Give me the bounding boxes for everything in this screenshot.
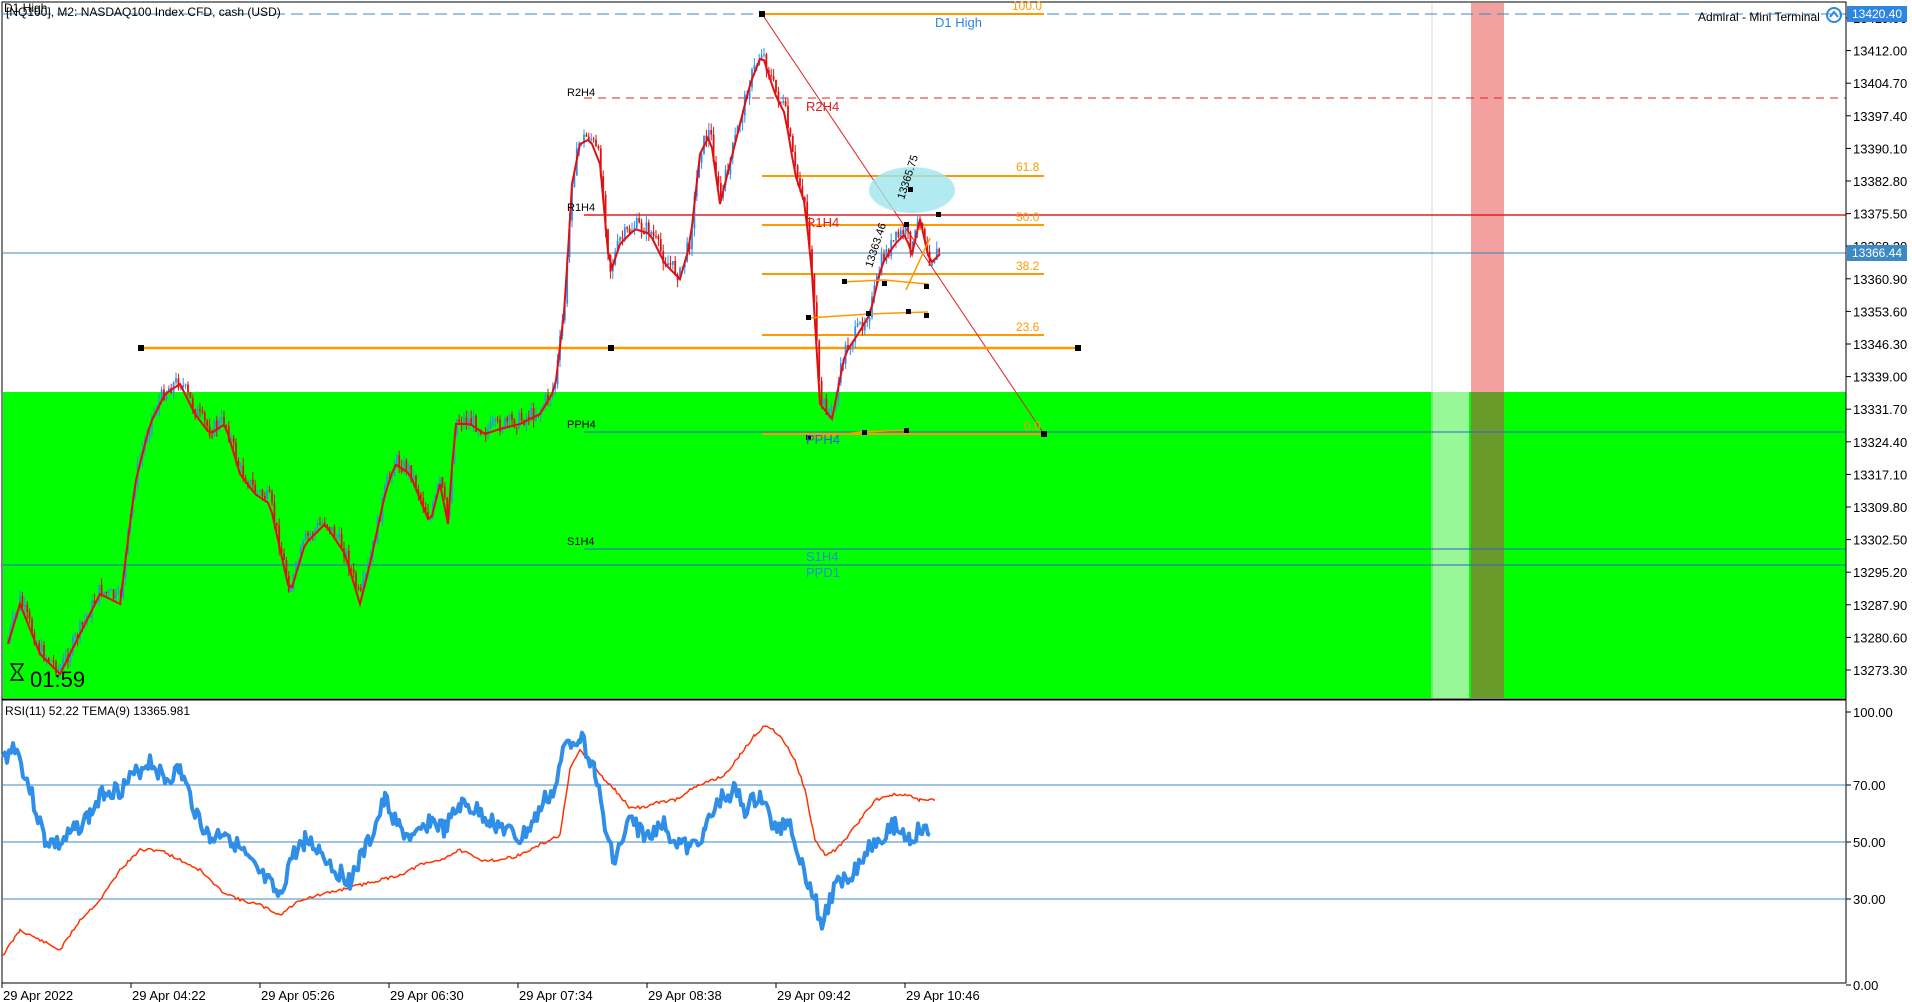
symbol-info: [NQ100], M2: NASDAQ100 Index CFD, cash (… bbox=[6, 5, 281, 19]
fib-label-0: 0.0 bbox=[1024, 419, 1041, 433]
time-tick-label: 29 Apr 06:30 bbox=[390, 988, 464, 1002]
price-tick-label: 13412.00 bbox=[1853, 44, 1907, 59]
pph4-left-label: PPH4 bbox=[567, 419, 596, 431]
top-price-tag-text: 13420.40 bbox=[1852, 7, 1902, 21]
price-tick-label: 13331.70 bbox=[1853, 402, 1907, 417]
s1h4-left-label: S1H4 bbox=[567, 536, 595, 548]
session-column-olive bbox=[1471, 392, 1504, 698]
time-tick-label: 29 Apr 09:42 bbox=[777, 988, 851, 1002]
bar-timer: 01:59 bbox=[30, 667, 85, 692]
r2h4-left-label: R2H4 bbox=[567, 87, 595, 99]
fib-label-100: 100.0 bbox=[1012, 0, 1042, 13]
r2h4-label: R2H4 bbox=[806, 99, 839, 114]
terminal-label[interactable]: Admiral - Mini Terminal bbox=[1698, 10, 1820, 24]
fib-label-50: 50.0 bbox=[1016, 210, 1040, 224]
price-tick-label: 13287.90 bbox=[1853, 598, 1907, 613]
r1h4-label: R1H4 bbox=[806, 215, 839, 230]
price-tick-label: 13375.50 bbox=[1853, 207, 1907, 222]
pph4-label: PPH4 bbox=[806, 432, 840, 447]
price-tick-label: 13309.80 bbox=[1853, 500, 1907, 515]
time-tick-label: 29 Apr 05:26 bbox=[261, 988, 335, 1002]
price-tick-label: 13382.80 bbox=[1853, 174, 1907, 189]
time-axis: 29 Apr 2022 29 Apr 04:22 29 Apr 05:26 29 Ap… bbox=[1, 983, 980, 1002]
rsi-indicator-label: RSI(11) 52.22 TEMA(9) 13365.981 bbox=[5, 704, 190, 718]
price-tick-label: 13302.50 bbox=[1853, 533, 1907, 548]
current-price-tag: 13366.44 bbox=[1847, 245, 1907, 261]
ppd1-label: PPD1 bbox=[806, 565, 840, 580]
price-tick-label: 13404.70 bbox=[1853, 76, 1907, 91]
price-tick-label: 13397.40 bbox=[1853, 109, 1907, 124]
price-tick-label: 13353.60 bbox=[1853, 304, 1907, 319]
trading-chart[interactable]: 13419.9013412.0013404.7013397.4013390.10… bbox=[0, 0, 1912, 1002]
time-tick-label: 29 Apr 04:22 bbox=[132, 988, 206, 1002]
session-column-red bbox=[1471, 3, 1504, 392]
price-tick-label: 13317.10 bbox=[1853, 467, 1907, 482]
fib-label-236: 23.6 bbox=[1016, 320, 1040, 334]
price-tick-label: 13390.10 bbox=[1853, 141, 1907, 156]
current-price-tag-text: 13366.44 bbox=[1852, 246, 1902, 260]
time-tick-label: 29 Apr 08:38 bbox=[648, 988, 722, 1002]
price-tick-label: 13346.30 bbox=[1853, 337, 1907, 352]
s1h4-label: S1H4 bbox=[806, 549, 839, 564]
top-price-tag: 13420.40 bbox=[1847, 6, 1907, 22]
price-axis: 13419.9013412.0013404.7013397.4013390.10… bbox=[1846, 11, 1907, 678]
price-tick-label: 13273.30 bbox=[1853, 663, 1907, 678]
rsi-tick-label: 100.00 bbox=[1853, 705, 1893, 720]
rsi-axis: 100.00 70.00 50.00 30.00 0.00 bbox=[1846, 705, 1893, 993]
price-tick-label: 13360.90 bbox=[1853, 272, 1907, 287]
price-tick-label: 13280.60 bbox=[1853, 630, 1907, 645]
fib-label-618: 61.8 bbox=[1016, 160, 1040, 174]
price-tick-label: 13324.40 bbox=[1853, 435, 1907, 450]
time-tick-label: 29 Apr 07:34 bbox=[519, 988, 593, 1002]
session-column-light bbox=[1433, 392, 1469, 698]
rsi-tick-label: 0.00 bbox=[1853, 978, 1878, 993]
time-tick-label: 29 Apr 10:46 bbox=[906, 988, 980, 1002]
fib-label-382: 38.2 bbox=[1016, 259, 1040, 273]
rsi-tick-label: 50.00 bbox=[1853, 835, 1886, 850]
time-tick-label: 29 Apr 2022 bbox=[3, 988, 73, 1002]
d1-high-label: D1 High bbox=[935, 15, 982, 30]
price-tick-label: 13295.20 bbox=[1853, 565, 1907, 580]
price-tick-label: 13339.00 bbox=[1853, 370, 1907, 385]
rsi-tick-label: 30.00 bbox=[1853, 892, 1886, 907]
rsi-tick-label: 70.00 bbox=[1853, 778, 1886, 793]
r1h4-left-label: R1H4 bbox=[567, 202, 595, 214]
